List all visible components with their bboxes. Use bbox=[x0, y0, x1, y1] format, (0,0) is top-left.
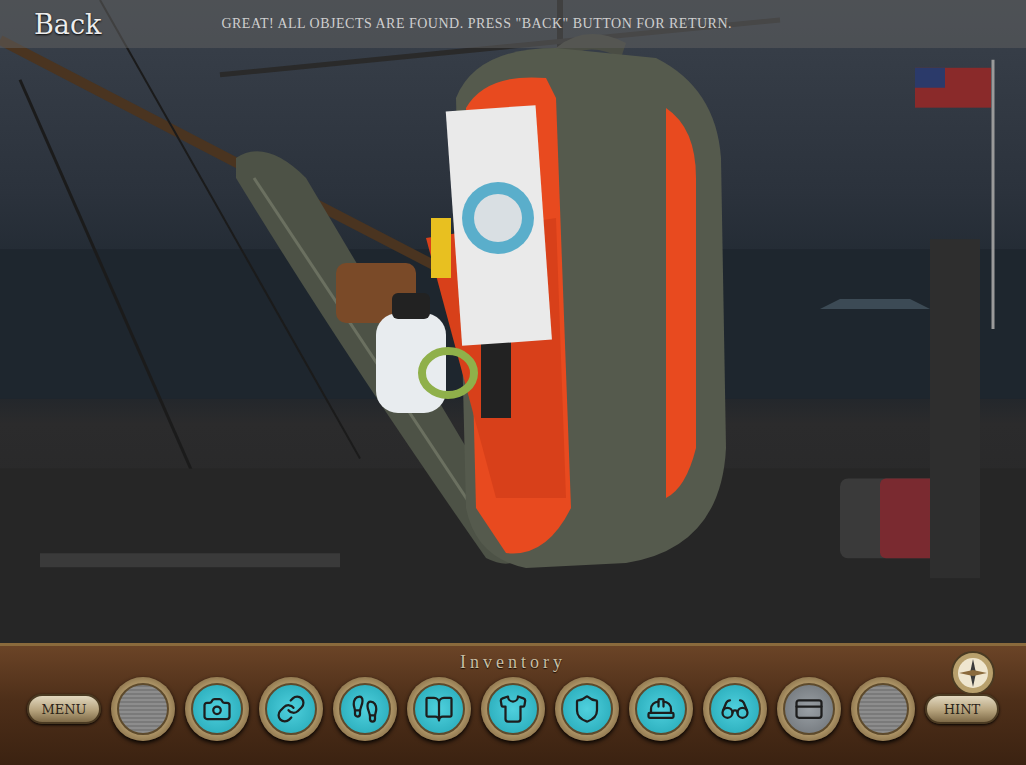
slot-well bbox=[191, 683, 243, 735]
inventory-slot[interactable] bbox=[185, 677, 249, 741]
game-screen: Back GREAT! ALL OBJECTS ARE FOUND. PRESS … bbox=[0, 0, 1026, 765]
slot-well bbox=[487, 683, 539, 735]
backpack-picture bbox=[226, 28, 736, 578]
vest-icon bbox=[572, 694, 602, 724]
inventory-slot[interactable] bbox=[629, 677, 693, 741]
inventory-slot[interactable] bbox=[407, 677, 471, 741]
inventory-slot bbox=[851, 677, 915, 741]
sweater-icon bbox=[498, 694, 528, 724]
camera-icon bbox=[202, 694, 232, 724]
hat-icon bbox=[646, 694, 676, 724]
inventory-title: Inventory bbox=[460, 652, 566, 673]
slot-well bbox=[413, 683, 465, 735]
top-bar: Back GREAT! ALL OBJECTS ARE FOUND. PRESS … bbox=[0, 0, 1026, 48]
inventory-panel: Inventory MENU HINT bbox=[0, 643, 1026, 765]
inventory-slot[interactable] bbox=[703, 677, 767, 741]
hint-button[interactable]: HINT bbox=[925, 694, 999, 724]
slot-well bbox=[635, 683, 687, 735]
inventory-slot[interactable] bbox=[555, 677, 619, 741]
menu-button[interactable]: MENU bbox=[27, 694, 101, 724]
slot-well bbox=[117, 683, 169, 735]
inventory-slot bbox=[111, 677, 175, 741]
status-message: GREAT! ALL OBJECTS ARE FOUND. PRESS "BAC… bbox=[221, 16, 732, 32]
inventory-slot[interactable] bbox=[481, 677, 545, 741]
sunglasses-icon bbox=[720, 694, 750, 724]
slot-well bbox=[561, 683, 613, 735]
slot-well bbox=[783, 683, 835, 735]
book-icon bbox=[424, 694, 454, 724]
boots-icon bbox=[350, 694, 380, 724]
card-icon bbox=[794, 694, 824, 724]
slot-well bbox=[709, 683, 761, 735]
compass-icon[interactable] bbox=[950, 650, 996, 696]
inventory-slot[interactable] bbox=[333, 677, 397, 741]
inventory-row: MENU HINT bbox=[0, 677, 1026, 741]
slot-well bbox=[265, 683, 317, 735]
back-button[interactable]: Back bbox=[34, 7, 101, 42]
necklace-icon bbox=[276, 694, 306, 724]
inventory-slot[interactable] bbox=[777, 677, 841, 741]
scene: Back GREAT! ALL OBJECTS ARE FOUND. PRESS … bbox=[0, 0, 1026, 643]
slot-well bbox=[857, 683, 909, 735]
inventory-slot[interactable] bbox=[259, 677, 323, 741]
slot-well bbox=[339, 683, 391, 735]
